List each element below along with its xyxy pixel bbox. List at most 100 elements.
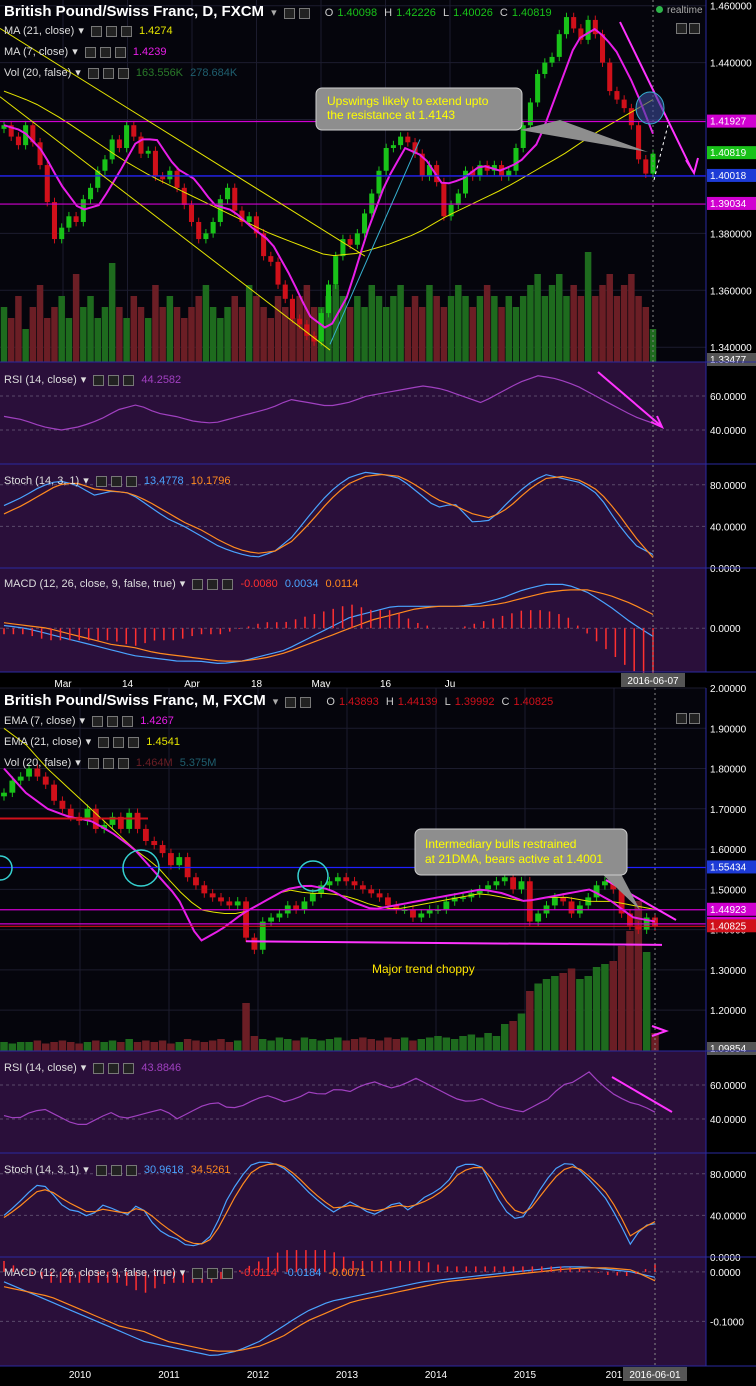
- daily-candle: [196, 221, 202, 240]
- daily-vol-label[interactable]: Vol (20, false): [4, 67, 71, 79]
- daily-ma21-label[interactable]: MA (21, close): [4, 25, 74, 37]
- eye-icon[interactable]: [90, 25, 102, 37]
- chevron-down-icon[interactable]: ▾: [75, 67, 81, 79]
- monthly-volume-bar: [517, 1013, 526, 1051]
- daily-macd-label[interactable]: MACD (12, 26, close, 9, false, true): [4, 578, 176, 590]
- gear-icon[interactable]: [207, 578, 219, 590]
- close-icon[interactable]: [114, 46, 126, 58]
- close-icon[interactable]: [122, 715, 134, 727]
- monthly-price-tag-text: 1.55434: [710, 862, 747, 873]
- close-icon[interactable]: [123, 1062, 135, 1074]
- monthly-candle: [201, 885, 208, 894]
- daily-title[interactable]: British Pound/Swiss Franc, D, FXCM: [4, 3, 264, 20]
- daily-ma7-label[interactable]: MA (7, close): [4, 46, 68, 58]
- monthly-x-label: 2011: [158, 1370, 180, 1381]
- eye-icon[interactable]: [95, 475, 107, 487]
- monthly-ema7-label[interactable]: EMA (7, close): [4, 715, 76, 727]
- settings-icon[interactable]: [285, 696, 297, 708]
- eye-icon[interactable]: [93, 1062, 105, 1074]
- chevron-down-icon[interactable]: ▾: [271, 7, 277, 19]
- chevron-down-icon[interactable]: ▾: [81, 374, 87, 386]
- daily-stoch-tick: 80.0000: [710, 481, 747, 492]
- daily-volume-bar: [116, 307, 123, 362]
- gear-icon[interactable]: [298, 7, 310, 19]
- monthly-rsi-tick: 40.0000: [710, 1115, 747, 1126]
- monthly-vol-label[interactable]: Vol (20, false): [4, 757, 71, 769]
- eye-icon[interactable]: [84, 46, 96, 58]
- monthly-title[interactable]: British Pound/Swiss Franc, M, FXCM: [4, 692, 266, 709]
- eye-icon[interactable]: [192, 578, 204, 590]
- close-icon[interactable]: [128, 736, 140, 748]
- monthly-macd-label[interactable]: MACD (12, 26, close, 9, false, true): [4, 1267, 176, 1279]
- close-icon[interactable]: [117, 67, 129, 79]
- monthly-candle: [551, 897, 558, 906]
- collapse-icon[interactable]: [676, 23, 687, 35]
- close-icon[interactable]: [120, 25, 132, 37]
- eye-icon[interactable]: [192, 1267, 204, 1279]
- gear-icon[interactable]: [110, 1164, 122, 1176]
- monthly-candle: [560, 897, 567, 902]
- eye-icon[interactable]: [87, 67, 99, 79]
- monthly-volume-bar: [258, 1039, 267, 1051]
- close-icon[interactable]: [125, 475, 137, 487]
- daily-volume-bar: [87, 296, 94, 362]
- gear-icon[interactable]: [105, 25, 117, 37]
- daily-rsi-tick: 40.0000: [710, 426, 747, 437]
- chevron-down-icon[interactable]: ▾: [75, 757, 81, 769]
- monthly-candle: [334, 877, 341, 882]
- gear-icon[interactable]: [108, 374, 120, 386]
- maximize-icon[interactable]: [689, 713, 700, 725]
- gear-icon[interactable]: [102, 757, 114, 769]
- daily-rsi-label[interactable]: RSI (14, close): [4, 374, 77, 386]
- chevron-down-icon[interactable]: ▾: [78, 25, 84, 37]
- gear-icon[interactable]: [110, 475, 122, 487]
- monthly-stoch-label[interactable]: Stoch (14, 3, 1): [4, 1164, 79, 1176]
- daily-stoch-tick: 0.0000: [710, 564, 741, 575]
- daily-candle: [145, 150, 151, 154]
- eye-icon[interactable]: [87, 757, 99, 769]
- chevron-down-icon[interactable]: ▾: [86, 736, 92, 748]
- collapse-icon[interactable]: [676, 713, 687, 725]
- chevron-down-icon[interactable]: ▾: [81, 1062, 87, 1074]
- gear-icon[interactable]: [113, 736, 125, 748]
- daily-y-tick: 1.360000: [710, 286, 752, 297]
- gear-icon[interactable]: [99, 46, 111, 58]
- gear-icon[interactable]: [207, 1267, 219, 1279]
- daily-macd-header: MACD (12, 26, close, 9, false, true) ▾ -0…: [4, 577, 362, 590]
- monthly-rsi-label[interactable]: RSI (14, close): [4, 1062, 77, 1074]
- monthly-y-tick: 1.70000: [710, 805, 747, 816]
- daily-stoch-label[interactable]: Stoch (14, 3, 1): [4, 475, 79, 487]
- close-icon[interactable]: [222, 1267, 234, 1279]
- monthly-close-label: C: [501, 696, 510, 708]
- chevron-down-icon[interactable]: ▾: [180, 1267, 186, 1279]
- monthly-ema21-label[interactable]: EMA (21, close): [4, 736, 82, 748]
- eye-icon[interactable]: [92, 715, 104, 727]
- monthly-candle: [518, 881, 525, 890]
- close-icon[interactable]: [222, 578, 234, 590]
- gear-icon[interactable]: [108, 1062, 120, 1074]
- settings-icon[interactable]: [283, 7, 295, 19]
- gear-icon[interactable]: [102, 67, 114, 79]
- monthly-high: 1.44139: [397, 696, 438, 708]
- close-icon[interactable]: [123, 374, 135, 386]
- chevron-down-icon[interactable]: ▾: [273, 696, 279, 708]
- eye-icon[interactable]: [95, 1164, 107, 1176]
- eye-icon[interactable]: [98, 736, 110, 748]
- monthly-annotation-line1: Intermediary bulls restrained: [425, 837, 576, 851]
- chevron-down-icon[interactable]: ▾: [80, 715, 86, 727]
- gear-icon[interactable]: [300, 696, 312, 708]
- close-icon[interactable]: [117, 757, 129, 769]
- monthly-volume-bar: [450, 1039, 459, 1051]
- chevron-down-icon[interactable]: ▾: [83, 1164, 89, 1176]
- chevron-down-icon[interactable]: ▾: [72, 46, 78, 58]
- chevron-down-icon[interactable]: ▾: [83, 475, 89, 487]
- eye-icon[interactable]: [93, 374, 105, 386]
- chevron-down-icon[interactable]: ▾: [180, 578, 186, 590]
- monthly-stoch-tick: 80.0000: [710, 1170, 747, 1181]
- maximize-icon[interactable]: [689, 23, 700, 35]
- daily-volume-bar: [642, 307, 650, 362]
- close-icon[interactable]: [125, 1164, 137, 1176]
- daily-candle: [275, 261, 281, 285]
- gear-icon[interactable]: [107, 715, 119, 727]
- daily-close: 1.40819: [511, 7, 552, 19]
